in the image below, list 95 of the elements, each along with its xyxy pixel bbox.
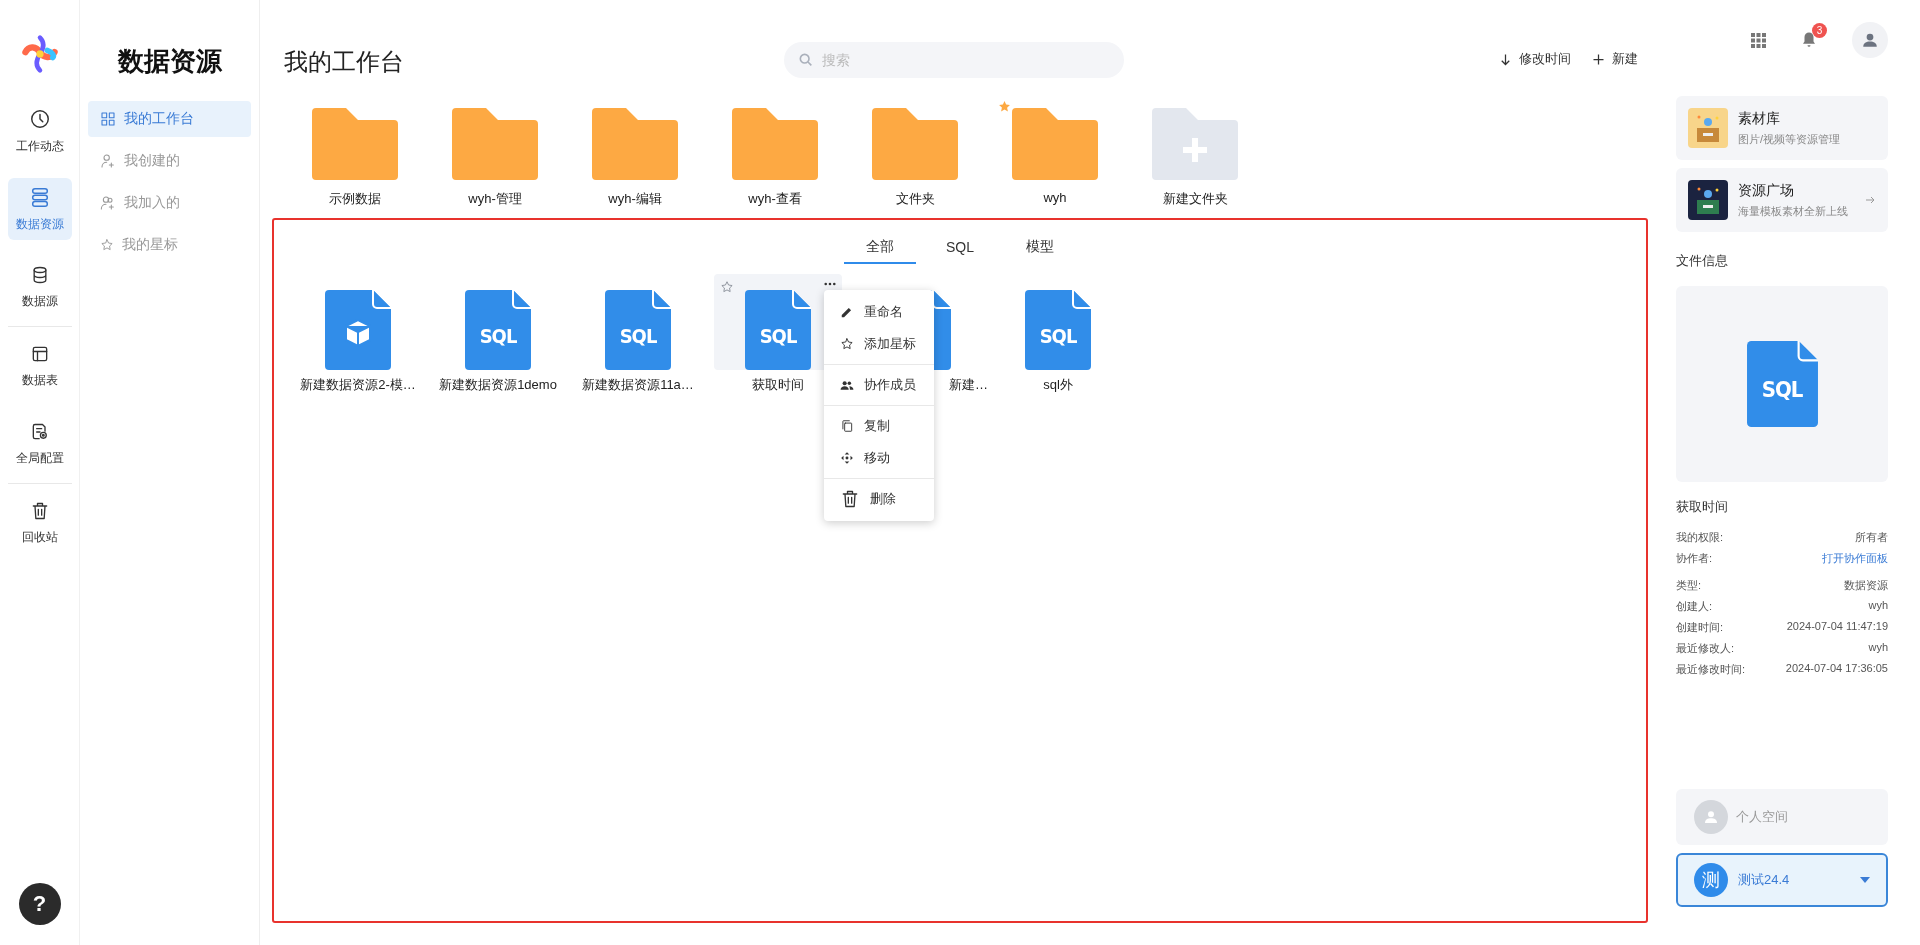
folder-item[interactable]: 示例数据	[296, 100, 398, 218]
folder-icon	[312, 108, 398, 180]
rail-item[interactable]: 工作动态	[7, 100, 72, 162]
detail-link[interactable]: 打开协作面板	[1822, 551, 1888, 566]
detail-value: 2024-07-04 11:47:19	[1786, 620, 1888, 634]
menu-item[interactable]: 移动	[824, 442, 934, 474]
search-icon	[798, 52, 814, 68]
space-label: 个人空间	[1736, 808, 1788, 826]
search-field[interactable]: 搜索	[784, 42, 1124, 78]
new-folder-button[interactable]: 新建文件夹	[1136, 100, 1238, 218]
detail-label: 类型:	[1676, 578, 1702, 593]
rail-item[interactable]: 数据资源	[7, 178, 72, 240]
star-icon	[720, 280, 734, 294]
move-icon	[840, 451, 854, 465]
filter-tab[interactable]: 模型	[1004, 232, 1076, 264]
card-subtitle: 图片/视频等资源管理	[1738, 131, 1842, 147]
filter-tab[interactable]: 全部	[844, 232, 916, 264]
folder-item[interactable]: wyh-管理	[436, 100, 538, 218]
file-item[interactable]: SQL 新建数据资源1demo	[428, 274, 568, 394]
sql-file-icon: SQL	[1746, 341, 1818, 427]
detail-label: 我的权限:	[1676, 530, 1724, 545]
notification-bell-icon[interactable]	[1800, 31, 1818, 49]
detail-value: 2024-07-04 17:36:05	[1785, 662, 1888, 676]
model-file-icon	[325, 290, 391, 370]
folder-item[interactable]: wyh-编辑	[576, 100, 678, 218]
sql-file-icon: SQL	[745, 290, 811, 370]
sort-button[interactable]: 修改时间	[1498, 50, 1571, 68]
detail-value: wyh	[1868, 599, 1888, 613]
rail-item[interactable]: 数据表	[7, 335, 72, 397]
pencil-icon	[840, 305, 854, 319]
rail-item[interactable]: 回收站	[7, 492, 72, 554]
folder-icon	[872, 108, 958, 180]
help-button[interactable]: ?	[18, 883, 61, 925]
promo-card[interactable]: 资源广场 海量模板素材全新上线	[1676, 168, 1888, 232]
trash-icon	[840, 489, 860, 509]
menu-item[interactable]: 删除	[824, 483, 934, 515]
detail-label: 创建时间:	[1676, 620, 1724, 635]
menu-item[interactable]: 添加星标	[824, 328, 934, 360]
user-avatar	[1694, 800, 1728, 834]
filter-tab[interactable]: SQL	[924, 232, 996, 264]
promo-card[interactable]: 素材库 图片/视频等资源管理	[1676, 96, 1888, 160]
page-title: 我的工作台	[284, 47, 405, 77]
sql-file-icon: SQL	[605, 290, 671, 370]
folder-item[interactable]: 文件夹	[856, 100, 958, 218]
folder-item[interactable]: wyh-查看	[716, 100, 818, 218]
folder-icon	[452, 108, 538, 180]
users-plus-icon	[100, 195, 116, 211]
star-icon	[100, 238, 114, 252]
app-logo	[19, 34, 60, 74]
star-icon	[998, 100, 1011, 113]
new-button[interactable]: 新建	[1591, 50, 1638, 68]
card-title: 素材库	[1738, 109, 1781, 128]
team-name: 测试24.4	[1738, 871, 1791, 889]
user-avatar[interactable]	[1852, 22, 1888, 58]
detail-value: wyh	[1868, 641, 1888, 655]
detail-label: 创建人:	[1676, 599, 1713, 614]
arrow-icon	[1864, 194, 1876, 206]
apps-icon[interactable]	[1751, 32, 1766, 48]
menu-item[interactable]: 重命名	[824, 296, 934, 328]
file-item[interactable]: 新建数据资源2-模…	[288, 274, 428, 394]
add-folder-icon	[1152, 108, 1238, 180]
detail-label: 最近修改时间:	[1676, 662, 1746, 677]
team-selector[interactable]: 测 测试24.4	[1676, 853, 1888, 907]
dropdown-caret-icon	[1860, 877, 1870, 883]
sidebar-item[interactable]: 我的工作台	[88, 101, 251, 137]
copy-icon	[840, 419, 854, 433]
section-title: 文件信息	[1676, 252, 1729, 270]
section-title: 数据资源	[116, 45, 223, 78]
rail-item[interactable]: 全局配置	[7, 413, 72, 475]
detail-value: 所有者	[1855, 530, 1888, 545]
card-title: 资源广场	[1738, 181, 1795, 200]
detail-label: 最近修改人:	[1676, 641, 1735, 656]
card-subtitle: 海量模板素材全新上线	[1738, 203, 1849, 219]
clock-icon	[28, 107, 51, 130]
grid-icon	[100, 111, 116, 127]
detail-label: 协作者:	[1676, 551, 1713, 566]
detail-value: 数据资源	[1844, 578, 1888, 593]
folder-icon	[732, 108, 818, 180]
file-item[interactable]: SQL 新建数据资源11a…	[568, 274, 708, 394]
menu-item[interactable]: 复制	[824, 410, 934, 442]
rail-item[interactable]: 数据源	[7, 256, 72, 318]
menu-item[interactable]: 协作成员	[824, 369, 934, 401]
file-item[interactable]: SQL sql外	[988, 274, 1128, 394]
sql-file-icon: SQL	[465, 290, 531, 370]
star-icon	[840, 337, 854, 351]
notification-badge: 3	[1812, 23, 1827, 38]
user-plus-icon	[100, 153, 116, 169]
folder-icon	[1012, 108, 1098, 180]
file-name: 获取时间	[1676, 498, 1729, 516]
more-icon[interactable]	[824, 282, 836, 286]
sql-file-icon: SQL	[1025, 290, 1091, 370]
folder-item[interactable]: wyh	[996, 100, 1098, 218]
folder-icon	[592, 108, 678, 180]
people-icon	[840, 378, 854, 392]
team-avatar: 测	[1694, 863, 1728, 897]
